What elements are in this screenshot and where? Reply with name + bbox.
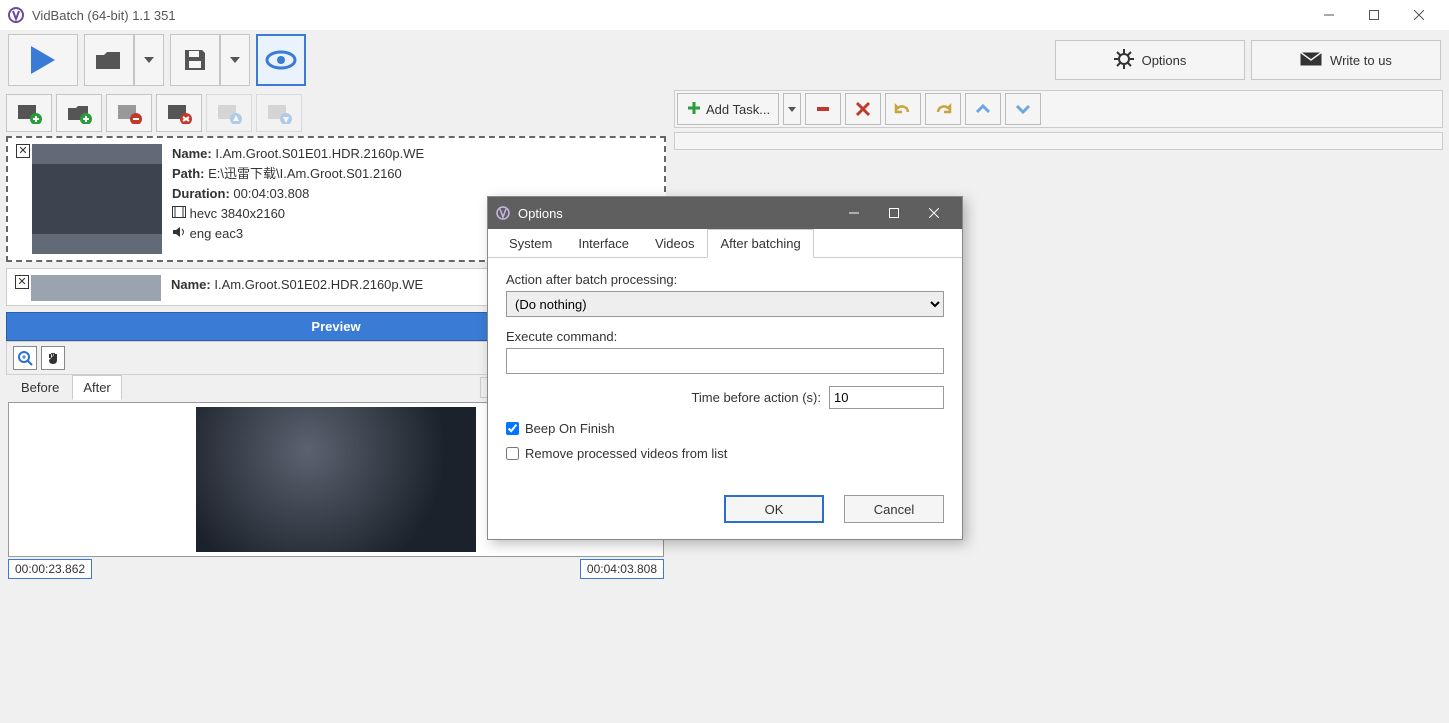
time-before-action-input[interactable] <box>829 386 944 409</box>
move-task-up-button[interactable] <box>965 93 1001 125</box>
write-to-us-button[interactable]: Write to us <box>1251 40 1441 80</box>
zoom-fit-button[interactable] <box>13 346 37 370</box>
beep-label: Beep On Finish <box>525 421 615 436</box>
main-titlebar: VidBatch (64-bit) 1.1 351 <box>0 0 1449 30</box>
hand-tool-button[interactable] <box>41 346 65 370</box>
app-icon <box>8 7 24 23</box>
play-button[interactable] <box>8 34 78 86</box>
maximize-button[interactable] <box>1351 0 1396 30</box>
add-task-button[interactable]: Add Task... <box>677 93 779 125</box>
dialog-titlebar[interactable]: Options <box>488 197 962 229</box>
options-button[interactable]: Options <box>1055 40 1245 80</box>
mail-icon <box>1300 52 1322 69</box>
save-dropdown[interactable] <box>220 34 250 86</box>
add-folder-button[interactable] <box>56 94 102 132</box>
start-time[interactable]: 00:00:23.862 <box>8 559 92 579</box>
add-video-button[interactable] <box>6 94 52 132</box>
undo-button[interactable] <box>885 93 921 125</box>
video-toolbar <box>6 90 666 136</box>
preview-frame <box>196 407 476 552</box>
name-label: Name: <box>172 146 212 161</box>
dialog-minimize-button[interactable] <box>834 206 874 221</box>
remove-icon[interactable]: ✕ <box>16 144 30 158</box>
save-button[interactable] <box>170 34 220 86</box>
options-dialog: Options System Interface Videos After ba… <box>487 196 963 540</box>
dialog-maximize-button[interactable] <box>874 206 914 221</box>
video-icon <box>172 204 186 224</box>
options-label: Options <box>1142 53 1187 68</box>
video-path: E:\迅雷下载\I.Am.Groot.S01.2160 <box>208 166 402 181</box>
minimize-button[interactable] <box>1306 0 1351 30</box>
video-thumbnail <box>31 275 161 301</box>
open-button[interactable] <box>84 34 134 86</box>
action-select[interactable]: (Do nothing) <box>506 291 944 317</box>
move-down-button <box>256 94 302 132</box>
write-label: Write to us <box>1330 53 1392 68</box>
delete-task-button[interactable] <box>845 93 881 125</box>
remove-video-button[interactable] <box>106 94 152 132</box>
gear-icon <box>1114 49 1134 72</box>
open-dropdown[interactable] <box>134 34 164 86</box>
dialog-close-button[interactable] <box>914 206 954 221</box>
redo-button[interactable] <box>925 93 961 125</box>
add-task-label: Add Task... <box>706 102 770 117</box>
tab-after-batching[interactable]: After batching <box>707 229 813 258</box>
window-title: VidBatch (64-bit) 1.1 351 <box>32 8 176 23</box>
task-toolbar: Add Task... <box>674 90 1443 128</box>
remove-icon[interactable]: ✕ <box>15 275 29 289</box>
add-task-dropdown[interactable] <box>783 93 801 125</box>
beep-checkbox[interactable] <box>506 422 519 435</box>
video-codec: hevc 3840x2160 <box>190 206 285 221</box>
preview-toggle-button[interactable] <box>256 34 306 86</box>
app-icon <box>496 206 510 220</box>
dialog-tabs: System Interface Videos After batching <box>488 229 962 258</box>
video-thumbnail <box>32 144 162 254</box>
path-label: Path: <box>172 166 205 181</box>
move-up-button <box>206 94 252 132</box>
main-toolbar: Options Write to us <box>0 30 1449 90</box>
ok-button[interactable]: OK <box>724 495 824 523</box>
audio-codec: eng eac3 <box>190 226 244 241</box>
move-task-down-button[interactable] <box>1005 93 1041 125</box>
tab-videos[interactable]: Videos <box>642 229 708 258</box>
end-time[interactable]: 00:04:03.808 <box>580 559 664 579</box>
video-duration: 00:04:03.808 <box>233 186 309 201</box>
tab-interface[interactable]: Interface <box>565 229 642 258</box>
exec-command-input[interactable] <box>506 348 944 374</box>
audio-icon <box>172 224 186 244</box>
name-label: Name: <box>171 277 211 292</box>
exec-label: Execute command: <box>506 329 944 344</box>
remove-processed-checkbox[interactable] <box>506 447 519 460</box>
video-name: I.Am.Groot.S01E01.HDR.2160p.WE <box>215 146 424 161</box>
before-tab[interactable]: Before <box>10 375 70 400</box>
action-label: Action after batch processing: <box>506 272 944 287</box>
remove-all-button[interactable] <box>156 94 202 132</box>
cancel-button[interactable]: Cancel <box>844 495 944 523</box>
dialog-title: Options <box>518 206 563 221</box>
remove-processed-label: Remove processed videos from list <box>525 446 727 461</box>
tab-system[interactable]: System <box>496 229 565 258</box>
remove-task-button[interactable] <box>805 93 841 125</box>
after-tab[interactable]: After <box>72 375 121 400</box>
video-name: I.Am.Groot.S01E02.HDR.2160p.WE <box>214 277 423 292</box>
plus-icon <box>686 100 702 119</box>
close-button[interactable] <box>1396 0 1441 30</box>
time-label: Time before action (s): <box>691 390 821 405</box>
task-list-empty <box>674 132 1443 150</box>
duration-label: Duration: <box>172 186 230 201</box>
